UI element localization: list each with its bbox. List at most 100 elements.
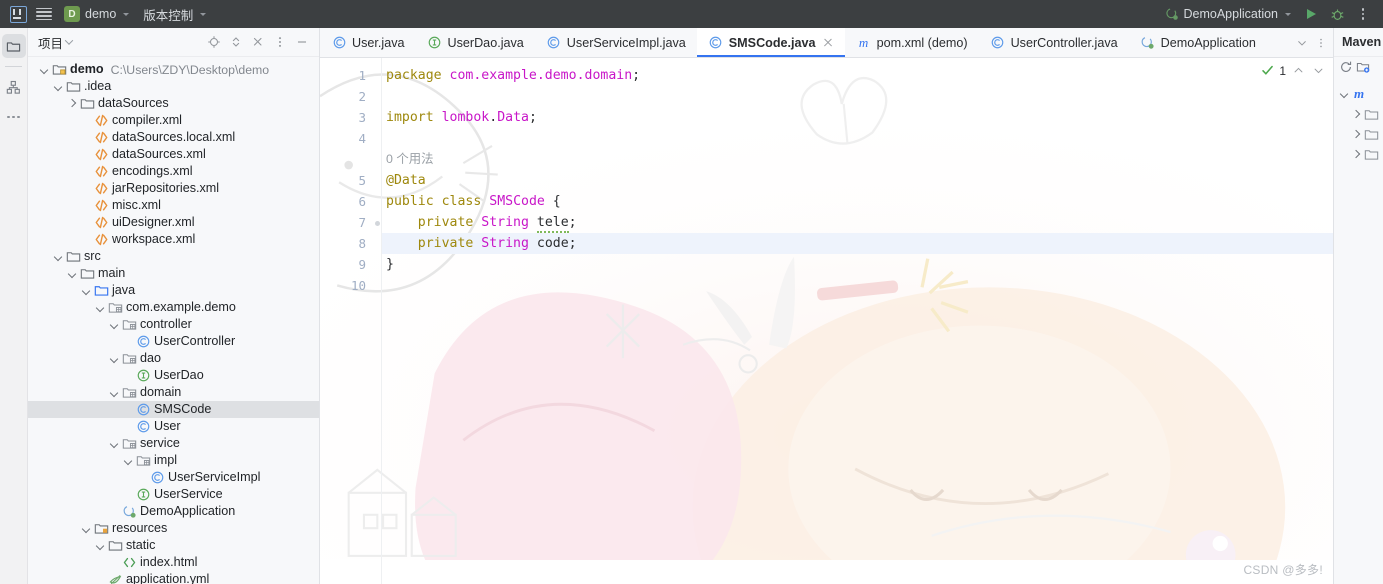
- tree-row-static[interactable]: static: [28, 537, 319, 554]
- run-configuration-selector[interactable]: DemoApplication: [1159, 3, 1298, 25]
- chevron-down-icon[interactable]: [94, 299, 107, 316]
- code-line[interactable]: public class SMSCode {: [382, 191, 1333, 212]
- editor-tab-bar[interactable]: User.java UserDao.java UserServiceImpl.jav…: [320, 28, 1333, 58]
- gutter-line-number[interactable]: 2: [320, 86, 382, 107]
- hide-panel-icon[interactable]: [291, 32, 312, 53]
- tree-row-datasources[interactable]: dataSources: [28, 95, 319, 112]
- gutter-line-number[interactable]: 9: [320, 254, 382, 275]
- tree-row-main[interactable]: main: [28, 265, 319, 282]
- tree-row-encodings-xml[interactable]: encodings.xml: [28, 163, 319, 180]
- tree-row-demo[interactable]: demo C:\Users\ZDY\Desktop\demo: [28, 61, 319, 78]
- add-maven-project-icon[interactable]: [1356, 60, 1370, 79]
- editor-tab-userserviceimpl-java[interactable]: UserServiceImpl.java: [535, 28, 697, 57]
- gutter-line-number[interactable]: 6: [320, 191, 382, 212]
- gutter-line-number[interactable]: 8: [320, 233, 382, 254]
- editor-tab-pom-xml-demo[interactable]: m pom.xml (demo): [845, 28, 979, 57]
- tree-row-uidesigner-xml[interactable]: uiDesigner.xml: [28, 214, 319, 231]
- tree-row-application-yml[interactable]: application.yml: [28, 571, 319, 584]
- tree-row-datasources-xml[interactable]: dataSources.xml: [28, 146, 319, 163]
- inspection-widget[interactable]: 1: [1261, 63, 1326, 78]
- chevron-down-icon[interactable]: [80, 520, 93, 537]
- editor-tab-usercontroller-java[interactable]: UserController.java: [979, 28, 1129, 57]
- code-line[interactable]: private String tele;: [382, 212, 1333, 233]
- vcs-widget[interactable]: 版本控制: [137, 3, 212, 25]
- expand-collapse-icon[interactable]: [225, 32, 246, 53]
- tree-row-workspace-xml[interactable]: workspace.xml: [28, 231, 319, 248]
- code-line[interactable]: import lombok.Data;: [382, 107, 1333, 128]
- tree-row-userservice[interactable]: UserService: [28, 486, 319, 503]
- tree-row-src[interactable]: src: [28, 248, 319, 265]
- chevron-down-icon[interactable]: [108, 384, 121, 401]
- chevron-right-icon[interactable]: [66, 95, 79, 112]
- chevron-right-icon[interactable]: [1350, 106, 1363, 123]
- code-line[interactable]: private String code;: [382, 233, 1333, 254]
- chevron-down-icon[interactable]: [108, 435, 121, 452]
- code-line[interactable]: }: [382, 254, 1333, 275]
- tab-list-chevron-icon[interactable]: [1296, 37, 1308, 49]
- run-play-icon[interactable]: [1299, 3, 1323, 25]
- tree-row-jarrepositories-xml[interactable]: jarRepositories.xml: [28, 180, 319, 197]
- maven-tree-row[interactable]: m: [1334, 84, 1383, 104]
- options-kebab-icon[interactable]: [269, 32, 290, 53]
- tree-row-smscode[interactable]: SMSCode: [28, 401, 319, 418]
- chevron-down-icon[interactable]: [38, 61, 51, 78]
- code-vision-usages-hint[interactable]: 0 个用法: [382, 149, 1333, 170]
- code-line[interactable]: [382, 128, 1333, 149]
- reload-maven-icon[interactable]: [1339, 60, 1353, 79]
- more-kebab-icon[interactable]: [1351, 3, 1375, 25]
- chevron-right-icon[interactable]: [1350, 146, 1363, 163]
- select-opened-file-icon[interactable]: [203, 32, 224, 53]
- tree-row-com-example-demo[interactable]: com.example.demo: [28, 299, 319, 316]
- tree-row-demoapplication[interactable]: DemoApplication: [28, 503, 319, 520]
- gutter-line-number[interactable]: 5: [320, 170, 382, 191]
- code-line[interactable]: package com.example.demo.domain;: [382, 65, 1333, 86]
- maven-tree-row[interactable]: [1334, 124, 1383, 144]
- folder-project-icon[interactable]: [1, 34, 26, 58]
- tree-row-domain[interactable]: domain: [28, 384, 319, 401]
- chevron-down-icon[interactable]: [80, 282, 93, 299]
- tree-row-service[interactable]: service: [28, 435, 319, 452]
- maven-tree-row[interactable]: [1334, 144, 1383, 164]
- project-panel-title-button[interactable]: 项目: [38, 33, 74, 52]
- editor-tab-smscode-java[interactable]: SMSCode.java: [696, 28, 845, 57]
- chevron-down-icon[interactable]: [94, 537, 107, 554]
- chevron-down-icon[interactable]: [66, 265, 79, 282]
- code-line[interactable]: [382, 275, 1333, 296]
- chevron-down-icon[interactable]: [122, 452, 135, 469]
- editor-gutter[interactable]: 1234 5 6 7 8 9 10: [320, 58, 382, 584]
- tree-row-impl[interactable]: impl: [28, 452, 319, 469]
- project-widget[interactable]: D demo: [58, 3, 135, 25]
- tree-row-usercontroller[interactable]: UserController: [28, 333, 319, 350]
- tree-row-dao[interactable]: dao: [28, 350, 319, 367]
- gutter-line-number[interactable]: 7: [320, 212, 382, 233]
- gutter-line-number[interactable]: 10: [320, 275, 382, 296]
- collapse-all-icon[interactable]: [247, 32, 268, 53]
- editor-tab-demoapplication[interactable]: DemoApplication: [1129, 28, 1267, 57]
- editor-tab-user-java[interactable]: User.java: [320, 28, 416, 57]
- project-tree[interactable]: demo C:\Users\ZDY\Desktop\demo .idea dataSo…: [28, 57, 319, 584]
- chevron-down-icon[interactable]: [1338, 86, 1351, 103]
- chevron-down-icon[interactable]: [52, 78, 65, 95]
- tree-row-user[interactable]: User: [28, 418, 319, 435]
- chevron-down-icon[interactable]: [108, 316, 121, 333]
- tree-row-compiler-xml[interactable]: compiler.xml: [28, 112, 319, 129]
- tree-row-datasources-local-xml[interactable]: dataSources.local.xml: [28, 129, 319, 146]
- editor-code[interactable]: package com.example.demo.domain; import …: [382, 58, 1333, 584]
- gutter-line-number[interactable]: 1: [320, 65, 382, 86]
- next-problem-icon[interactable]: [1311, 63, 1326, 78]
- tree-row-userdao[interactable]: UserDao: [28, 367, 319, 384]
- intellij-idea-logo[interactable]: [6, 3, 30, 25]
- previous-problem-icon[interactable]: [1291, 63, 1306, 78]
- gutter-fold-dot-icon[interactable]: [375, 220, 380, 226]
- debug-bug-icon[interactable]: [1325, 3, 1349, 25]
- tree-row-java[interactable]: java: [28, 282, 319, 299]
- more-dots-icon[interactable]: [2, 105, 26, 129]
- code-line[interactable]: [382, 86, 1333, 107]
- chevron-down-icon[interactable]: [108, 350, 121, 367]
- tree-row-index-html[interactable]: index.html: [28, 554, 319, 571]
- structure-nodes-icon[interactable]: [2, 75, 26, 99]
- chevron-right-icon[interactable]: [1350, 126, 1363, 143]
- maven-tree-row[interactable]: [1334, 104, 1383, 124]
- chevron-down-icon[interactable]: [52, 248, 65, 265]
- tree-row-idea[interactable]: .idea: [28, 78, 319, 95]
